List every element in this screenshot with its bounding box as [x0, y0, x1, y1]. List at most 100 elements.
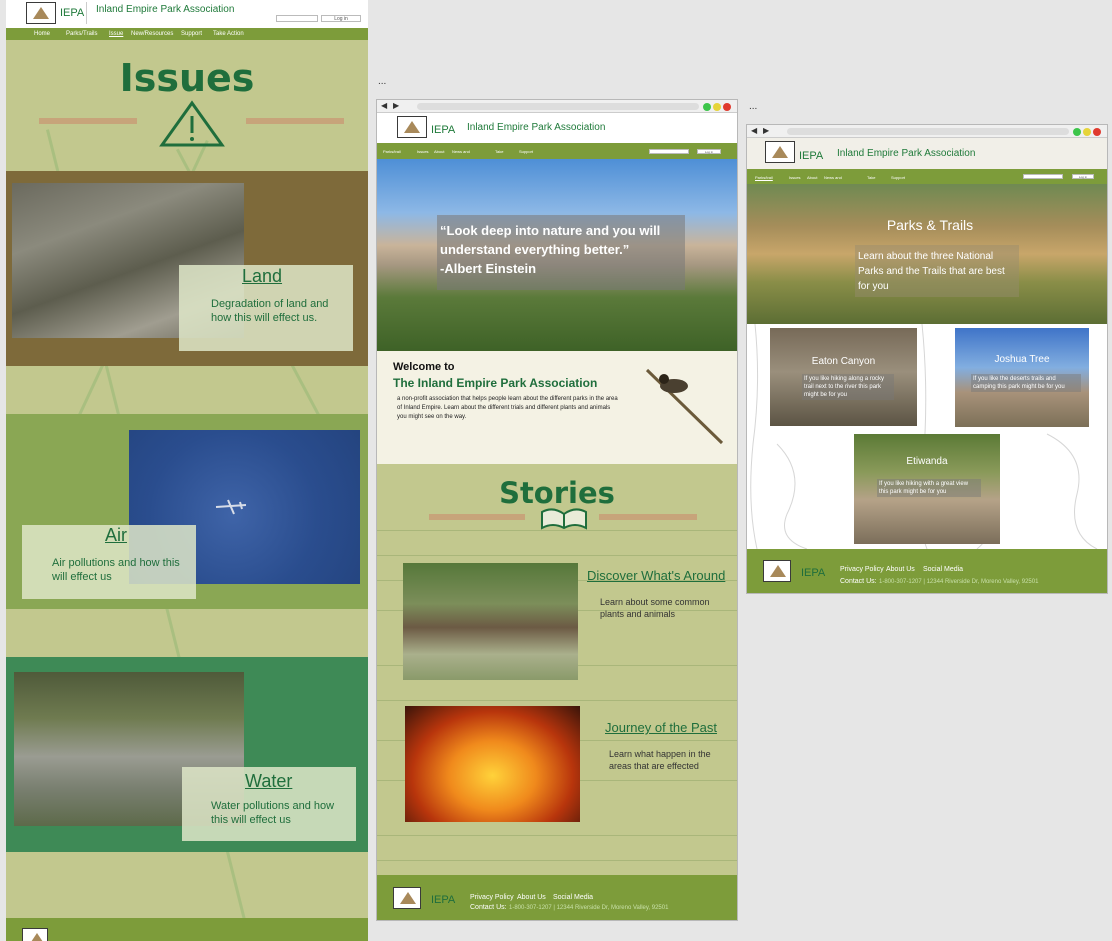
footer-logo-icon[interactable] — [393, 887, 421, 909]
story2-title[interactable]: Journey of the Past — [605, 720, 717, 735]
logo-text: IEPA — [431, 124, 456, 136]
trail-title: Etiwanda — [906, 456, 948, 467]
home-page-frame: ◀ ▶ IEPA Inland Empire Park Association … — [376, 99, 738, 921]
ellipsis-label: ... — [378, 76, 387, 87]
nav-issues[interactable]: Issues — [789, 175, 801, 180]
footer-privacy-link[interactable]: Privacy Policy — [840, 566, 884, 573]
back-arrow-icon[interactable]: ◀ — [751, 126, 757, 135]
nav-support[interactable]: Support — [181, 31, 202, 37]
land-title[interactable]: Land — [242, 266, 282, 287]
nav-news[interactable]: News and — [452, 149, 470, 154]
trail-text: If you like hiking with a great view thi… — [877, 479, 981, 497]
airplane-icon — [215, 499, 247, 515]
ellipsis-label: ... — [749, 101, 758, 112]
forward-arrow-icon[interactable]: ▶ — [763, 126, 769, 135]
footer-logo-text: IEPA — [431, 894, 456, 906]
login-button[interactable]: Log in — [697, 149, 721, 154]
nav-take[interactable]: Take — [495, 149, 503, 154]
trail-title: Joshua Tree — [994, 354, 1050, 365]
minimize-dot-icon[interactable] — [1083, 128, 1091, 136]
address-bar[interactable] — [417, 103, 699, 110]
story1-title[interactable]: Discover What's Around — [587, 568, 725, 583]
search-input[interactable] — [1023, 174, 1063, 179]
search-input[interactable] — [276, 15, 318, 22]
logo-icon[interactable] — [397, 116, 427, 138]
nav-about[interactable]: About — [807, 175, 817, 180]
trail-text: If you like the deserts trails and campi… — [971, 374, 1081, 392]
footer-privacy-link[interactable]: Privacy Policy — [470, 894, 514, 901]
warning-icon — [159, 100, 225, 147]
minimize-dot-icon[interactable] — [713, 103, 721, 111]
parks-hero-text: Learn about the three National Parks and… — [858, 251, 1005, 292]
maximize-dot-icon[interactable] — [703, 103, 711, 111]
org-name: Inland Empire Park Association — [837, 148, 976, 159]
footer-contact-label: Contact Us: — [840, 578, 877, 585]
footer-about-link[interactable]: About Us — [517, 894, 546, 901]
nav-new-resources[interactable]: New/Resources — [131, 31, 173, 37]
address-bar[interactable] — [787, 128, 1069, 135]
story1-photo — [403, 563, 578, 680]
nav-take-action[interactable]: Take Action — [213, 31, 244, 37]
trail-card-eaton[interactable]: Eaton Canyon If you like hiking along a … — [770, 328, 917, 426]
site-footer — [6, 918, 368, 941]
footer-contact-value: 1-800-307-1207 | 12344 Riverside Dr, Mor… — [509, 905, 669, 911]
story1-text: Learn about some common plants and anima… — [600, 597, 710, 619]
title-divider-left — [39, 118, 137, 124]
nav-take[interactable]: Take — [867, 175, 875, 180]
site-footer: IEPA Privacy Policy About Us Social Medi… — [747, 549, 1107, 593]
browser-toolbar: ◀ ▶ — [377, 100, 737, 113]
hero-quote-author: -Albert Einstein — [440, 261, 537, 276]
org-name: Inland Empire Park Association — [96, 4, 235, 15]
nav-bar: Home Parks/Trails Issue New/Resources Su… — [6, 28, 368, 40]
back-arrow-icon[interactable]: ◀ — [381, 101, 387, 110]
logo-icon[interactable] — [765, 141, 795, 163]
trail-title: Eaton Canyon — [811, 356, 876, 367]
logo-text: IEPA — [799, 150, 824, 162]
nav-bar: Parks/trail Issues About News and Take S… — [377, 143, 737, 159]
org-name: Inland Empire Park Association — [467, 122, 606, 133]
footer-contact-label: Contact Us: — [470, 904, 507, 911]
footer-social-link[interactable]: Social Media — [923, 566, 963, 573]
nav-issues[interactable]: Issues — [417, 149, 429, 154]
stories-divider-right — [599, 514, 697, 520]
footer-contact-value: 1-800-307-1207 | 12344 Riverside Dr, Mor… — [879, 579, 1039, 585]
login-button[interactable]: Log in — [321, 15, 361, 22]
nav-parks-trails[interactable]: Parks/Trails — [66, 31, 97, 37]
maximize-dot-icon[interactable] — [1073, 128, 1081, 136]
water-title[interactable]: Water — [245, 771, 292, 792]
page-title: Issues — [119, 56, 255, 100]
nav-home[interactable]: Home — [34, 31, 50, 37]
nav-issue[interactable]: Issue — [109, 31, 123, 37]
book-icon — [541, 508, 587, 530]
nav-bar: Parks/trail Issues About News and Take S… — [747, 169, 1107, 184]
nav-support[interactable]: Support — [891, 175, 905, 180]
login-button[interactable]: Log in — [1072, 174, 1094, 179]
parks-hero-title: Parks & Trails — [886, 217, 974, 233]
footer-logo-icon[interactable] — [22, 928, 48, 941]
search-input[interactable] — [649, 149, 689, 154]
nav-support[interactable]: Support — [519, 149, 533, 154]
nav-parks-trail[interactable]: Parks/trail — [755, 175, 773, 180]
air-title[interactable]: Air — [105, 525, 127, 546]
close-dot-icon[interactable] — [723, 103, 731, 111]
trail-card-joshua-tree[interactable]: Joshua Tree If you like the deserts trai… — [955, 328, 1089, 427]
footer-about-link[interactable]: About Us — [886, 566, 915, 573]
nav-parks-trail[interactable]: Parks/trail — [383, 149, 401, 154]
trail-card-etiwanda[interactable]: Etiwanda If you like hiking with a great… — [854, 434, 1000, 544]
footer-logo-text: IEPA — [801, 567, 826, 579]
forward-arrow-icon[interactable]: ▶ — [393, 101, 399, 110]
browser-toolbar: ◀ ▶ — [747, 125, 1107, 138]
story2-text: Learn what happen in the areas that are … — [609, 749, 711, 771]
welcome-title: The Inland Empire Park Association — [393, 376, 598, 390]
welcome-text: a non-profit association that helps peop… — [397, 396, 618, 420]
site-footer: IEPA Privacy Policy About Us Social Medi… — [377, 875, 737, 920]
water-text: Water pollutions and how this will effec… — [211, 800, 335, 826]
logo-icon[interactable] — [26, 2, 56, 24]
nav-news[interactable]: News and — [824, 175, 842, 180]
nav-about[interactable]: About — [434, 149, 444, 154]
footer-logo-icon[interactable] — [763, 560, 791, 582]
close-dot-icon[interactable] — [1093, 128, 1101, 136]
footer-social-link[interactable]: Social Media — [553, 894, 593, 901]
air-text: Air pollutions and how this will effect … — [52, 557, 180, 583]
issues-page-frame: IEPA Inland Empire Park Association Log … — [6, 0, 368, 941]
